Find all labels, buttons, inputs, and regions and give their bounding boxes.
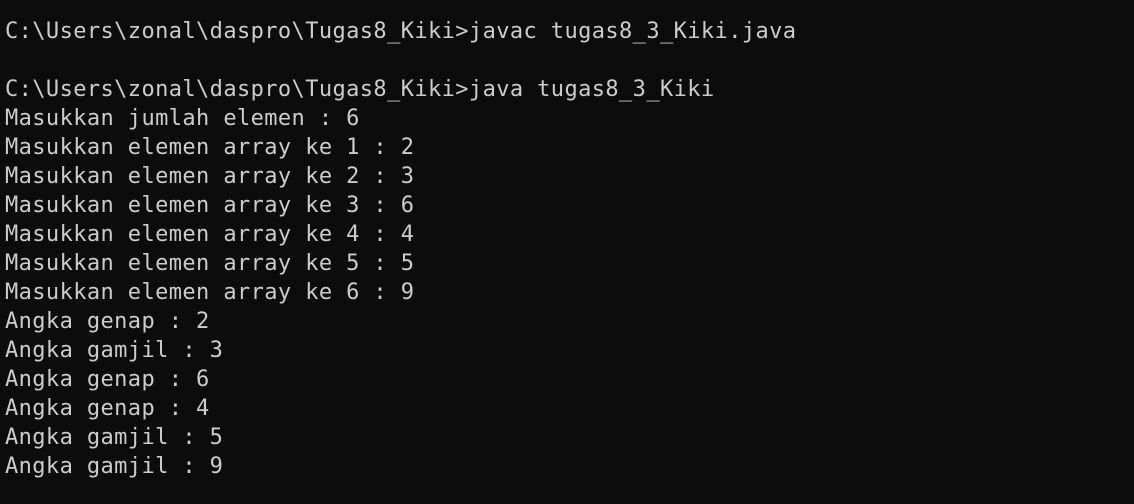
terminal-output-line: Masukkan elemen array ke 1 : 2 [5,135,415,160]
terminal-output-line: Angka gamjil : 9 [5,454,224,479]
terminal-output-line: Masukkan elemen array ke 3 : 6 [5,193,415,218]
terminal-line-command-compile: C:\Users\zonal\daspro\Tugas8_Kiki>javac … [5,19,797,44]
terminal-output-line: Angka genap : 6 [5,367,210,392]
terminal-output-line: Angka genap : 4 [5,396,210,421]
terminal-output-line: Angka gamjil : 5 [5,425,224,450]
terminal-output-line: Angka gamjil : 3 [5,338,224,363]
terminal-output-line: Masukkan jumlah elemen : 6 [5,106,360,131]
terminal-window[interactable]: C:\Users\zonal\daspro\Tugas8_Kiki>javac … [0,0,1134,504]
terminal-output-line: Masukkan elemen array ke 4 : 4 [5,222,415,247]
terminal-output-line: Angka genap : 2 [5,309,210,334]
terminal-output-line: Masukkan elemen array ke 5 : 5 [5,251,415,276]
terminal-line-command-run: C:\Users\zonal\daspro\Tugas8_Kiki>java t… [5,77,715,102]
terminal-output-line: Masukkan elemen array ke 6 : 9 [5,280,415,305]
terminal-output-line: Masukkan elemen array ke 2 : 3 [5,164,415,189]
